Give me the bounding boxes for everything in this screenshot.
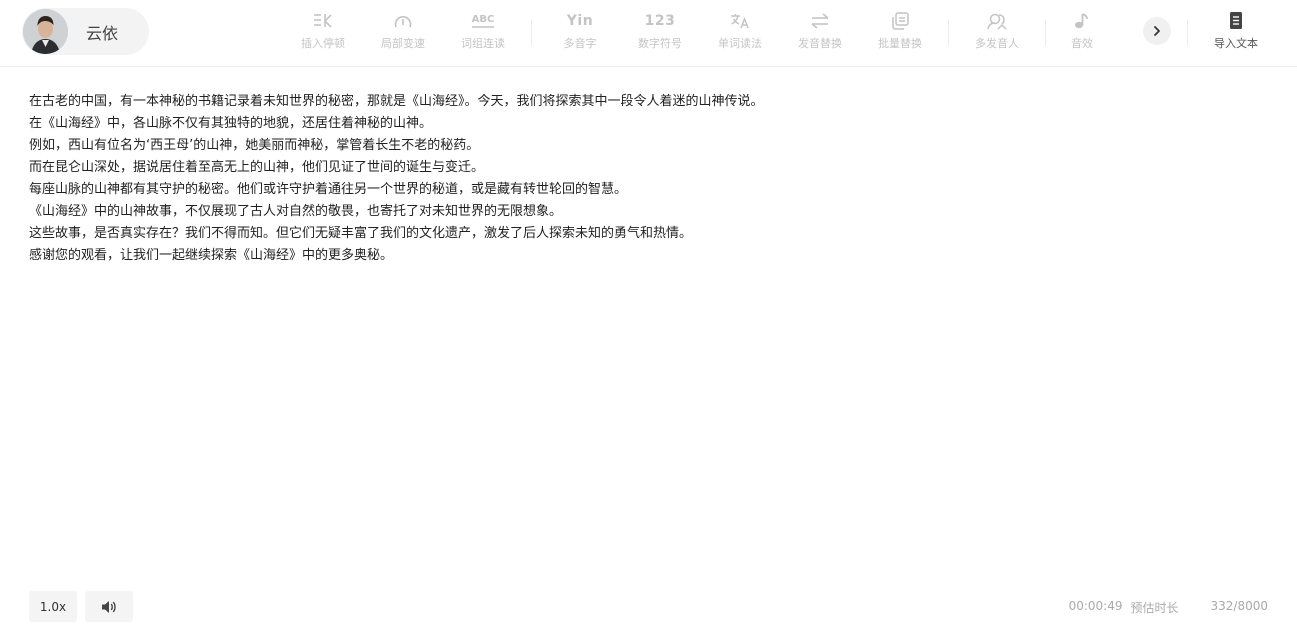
batch-replace-button[interactable]: 批量替换 xyxy=(863,10,937,56)
local-speed-button[interactable]: 局部变速 xyxy=(366,10,440,56)
pronounce-replace-label: 发音替换 xyxy=(798,37,842,50)
editor-line[interactable]: 每座山脉的山神都有其守护的秘密。他们或许守护着通往另一个世界的秘道，或是藏有转世… xyxy=(29,179,1269,201)
polyphone-button[interactable]: Yin 多音字 xyxy=(543,10,617,56)
insert-pause-button[interactable]: 插入停顿 xyxy=(286,10,360,56)
insert-pause-icon xyxy=(312,10,334,32)
import-text-label: 导入文本 xyxy=(1214,37,1258,50)
local-speed-label: 局部变速 xyxy=(381,37,425,50)
import-text-button[interactable]: 导入文本 xyxy=(1199,10,1273,56)
pronounce-replace-button[interactable]: 发音替换 xyxy=(783,10,857,56)
text-stats: 00:00:49 预估时长 332/8000 xyxy=(1069,599,1268,616)
speedometer-icon xyxy=(393,10,413,32)
abc-underline-icon: ABC xyxy=(470,10,496,32)
batch-replace-label: 批量替换 xyxy=(878,37,922,50)
editor-line[interactable]: 例如，西山有位名为‘西王母’的山神，她美丽而神秘，掌管着长生不老的秘药。 xyxy=(29,135,1269,157)
volume-icon xyxy=(102,600,116,613)
editor-line[interactable]: 而在昆仑山深处，据说居住着至高无上的山神，他们见证了世间的诞生与变迁。 xyxy=(29,157,1269,179)
editor-line[interactable]: 《山海经》中的山神故事，不仅展现了古人对自然的敬畏，也寄托了对未知世界的无限想象… xyxy=(29,201,1269,223)
toolbar-divider xyxy=(531,20,532,46)
multi-speaker-label: 多发音人 xyxy=(975,37,1019,50)
word-reading-button[interactable]: 单词读法 xyxy=(703,10,777,56)
toolbar-more-button[interactable] xyxy=(1143,17,1171,45)
swap-arrows-icon xyxy=(809,10,831,32)
copy-stack-icon xyxy=(889,10,911,32)
word-reading-label: 单词读法 xyxy=(718,37,762,50)
document-icon xyxy=(1228,10,1244,32)
insert-pause-label: 插入停顿 xyxy=(301,37,345,50)
toolbar-divider xyxy=(948,20,949,46)
voice-name: 云依 xyxy=(86,23,119,43)
svg-text:ABC: ABC xyxy=(472,14,495,25)
text-editor[interactable]: 在古老的中国，有一本神秘的书籍记录着未知世界的秘密，那就是《山海经》。今天，我们… xyxy=(29,91,1269,267)
number-symbol-label: 数字符号 xyxy=(638,37,682,50)
toolbar-divider xyxy=(1187,20,1188,46)
multi-speaker-icon xyxy=(986,10,1008,32)
number-icon: 123 xyxy=(645,10,676,32)
number-icon-text: 123 xyxy=(644,13,676,29)
chevron-right-icon xyxy=(1154,26,1160,36)
avatar xyxy=(23,9,68,54)
pinyin-icon: Yin xyxy=(567,10,593,32)
sound-effect-button[interactable]: 音效 xyxy=(1045,10,1119,56)
char-count: 332/8000 xyxy=(1210,599,1269,613)
editor-line[interactable]: 感谢您的观看，让我们一起继续探索《山海经》中的更多奥秘。 xyxy=(29,245,1269,267)
word-group-label: 词组连读 xyxy=(461,37,505,50)
voice-selector[interactable]: 云依 xyxy=(22,8,149,55)
sound-effect-label: 音效 xyxy=(1071,37,1093,50)
editor-line[interactable]: 这些故事，是否真实存在？我们不得而知。但它们无疑丰富了我们的文化遗产，激发了后人… xyxy=(29,223,1269,245)
estimated-duration: 00:00:49 xyxy=(1068,599,1123,613)
app-window: 云依 插入停顿 局部变速 ABC 词组连读 Yin 多音字 123 数字符号 单… xyxy=(0,0,1297,637)
volume-button[interactable] xyxy=(85,591,133,622)
word-group-button[interactable]: ABC 词组连读 xyxy=(446,10,520,56)
music-note-icon xyxy=(1073,10,1091,32)
editor-line[interactable]: 在《山海经》中，各山脉不仅有其独特的地貌，还居住着神秘的山神。 xyxy=(29,113,1269,135)
translate-icon xyxy=(729,10,751,32)
editor-line[interactable]: 在古老的中国，有一本神秘的书籍记录着未知世界的秘密，那就是《山海经》。今天，我们… xyxy=(29,91,1269,113)
multi-speaker-button[interactable]: 多发音人 xyxy=(960,10,1034,56)
number-symbol-button[interactable]: 123 数字符号 xyxy=(623,10,697,56)
polyphone-icon-text: Yin xyxy=(566,13,594,29)
top-toolbar: 云依 插入停顿 局部变速 ABC 词组连读 Yin 多音字 123 数字符号 单… xyxy=(0,0,1297,67)
playback-speed-button[interactable]: 1.0x xyxy=(29,591,77,622)
estimated-duration-label: 预估时长 xyxy=(1130,601,1179,615)
polyphone-label: 多音字 xyxy=(563,37,597,50)
